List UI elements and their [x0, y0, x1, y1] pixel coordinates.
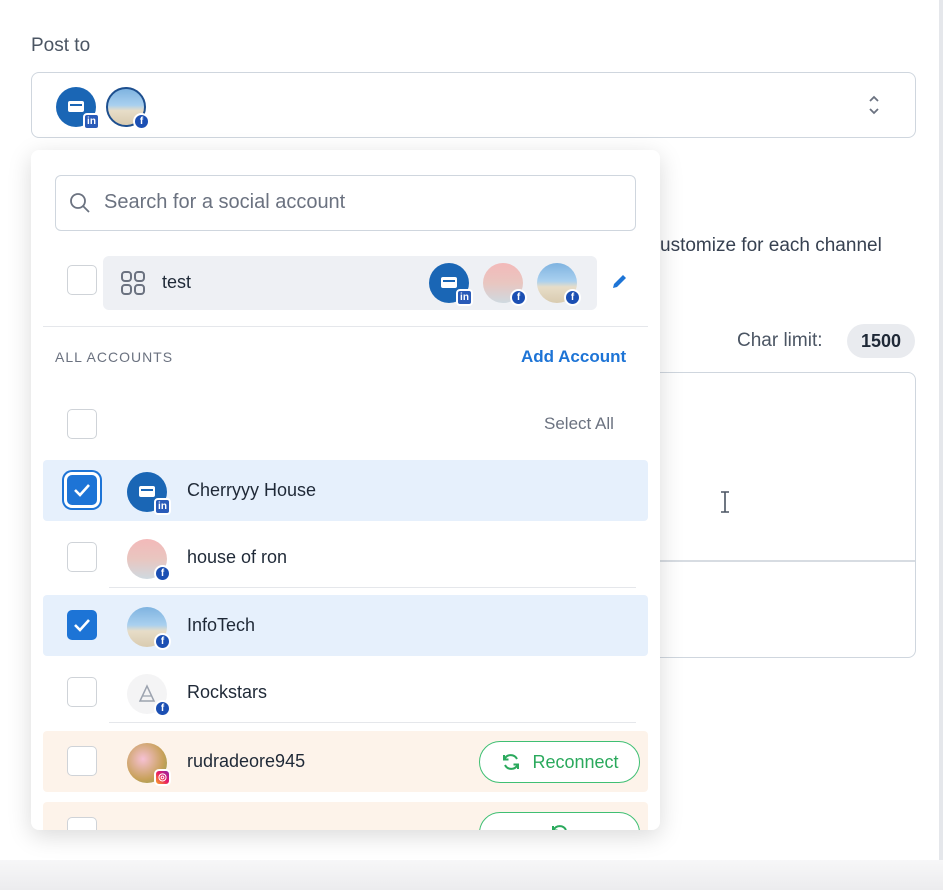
reconnect-button[interactable]: Reconnect: [479, 741, 640, 783]
selected-avatar-cherryyy-house: in: [56, 87, 100, 130]
facebook-icon: f: [154, 633, 171, 650]
account-row-partial[interactable]: [43, 802, 648, 830]
section-divider: [43, 326, 648, 327]
account-checkbox[interactable]: [67, 542, 97, 572]
account-row-infotech[interactable]: f InfoTech: [43, 595, 648, 656]
all-accounts-label: ALL ACCOUNTS: [55, 349, 174, 365]
add-account-button[interactable]: Add Account: [521, 347, 626, 367]
account-checkbox[interactable]: [67, 475, 97, 505]
refresh-icon: [503, 754, 520, 770]
instagram-icon: ◎: [154, 769, 171, 786]
select-all-label[interactable]: Select All: [544, 414, 614, 434]
account-row-rudradeore945[interactable]: ◎ rudradeore945 Reconnect: [43, 731, 648, 792]
check-icon: [74, 484, 90, 497]
account-avatar: in: [127, 472, 171, 515]
account-dropdown: test in f f ALL ACCOUNTS Add Account Sel…: [31, 150, 660, 830]
reconnect-label: Reconnect: [532, 751, 619, 772]
char-limit-badge: 1500: [847, 324, 915, 358]
group-label: test: [162, 272, 192, 292]
account-name: Cherryyy House: [187, 480, 317, 500]
page-edge: [939, 0, 943, 890]
text-cursor-icon: [721, 491, 729, 513]
chevron-up-down-icon: [867, 93, 881, 118]
search-icon: [70, 193, 90, 213]
search-input[interactable]: [104, 176, 624, 229]
reconnect-button-partial[interactable]: [479, 812, 640, 830]
group-grid-icon: [121, 271, 145, 295]
account-checkbox[interactable]: [67, 746, 97, 776]
row-divider: [109, 722, 636, 723]
select-all-checkbox[interactable]: [67, 409, 97, 439]
bottom-band: [0, 860, 943, 890]
refresh-icon: [551, 825, 567, 830]
facebook-icon: f: [154, 700, 171, 717]
linkedin-icon: in: [456, 289, 473, 306]
account-row-house-of-ron[interactable]: f house of ron: [43, 527, 648, 588]
account-name: rudradeore945: [187, 751, 306, 771]
linkedin-icon: in: [154, 498, 171, 515]
account-row-cherryyy-house[interactable]: in Cherryyy House: [43, 460, 648, 521]
editor-divider: [641, 560, 915, 562]
group-avatar-cherryyy-house: in: [429, 263, 473, 306]
account-avatar: f: [127, 674, 171, 717]
account-row-rockstars[interactable]: f Rockstars: [43, 662, 648, 723]
account-name: house of ron: [187, 547, 288, 567]
facebook-icon: f: [154, 565, 171, 582]
account-avatar: f: [127, 607, 171, 650]
post-to-label: Post to: [31, 35, 91, 56]
edit-pencil-icon[interactable]: [610, 271, 630, 291]
search-box: [55, 175, 636, 231]
account-avatar: ◎: [127, 743, 171, 786]
account-selector[interactable]: in f: [31, 72, 916, 138]
char-limit-label: Char limit:: [737, 330, 823, 351]
linkedin-icon: in: [83, 113, 100, 130]
facebook-icon: f: [510, 289, 527, 306]
customize-label: ustomize for each channel: [660, 235, 882, 256]
account-checkbox[interactable]: [67, 677, 97, 707]
group-avatar-infotech: f: [537, 263, 581, 306]
account-checkbox[interactable]: [67, 817, 97, 830]
account-name: Rockstars: [187, 682, 268, 702]
selected-avatar-infotech: f: [106, 87, 150, 130]
check-icon: [74, 619, 90, 632]
group-item-test[interactable]: test in f f: [103, 256, 597, 310]
account-checkbox[interactable]: [67, 610, 97, 640]
facebook-icon: f: [564, 289, 581, 306]
account-avatar: f: [127, 539, 171, 582]
row-divider: [109, 587, 636, 588]
facebook-icon: f: [133, 113, 150, 130]
post-editor[interactable]: [640, 372, 916, 658]
group-checkbox[interactable]: [67, 265, 97, 295]
account-name: InfoTech: [187, 615, 256, 635]
group-avatar-house-of-ron: f: [483, 263, 527, 306]
